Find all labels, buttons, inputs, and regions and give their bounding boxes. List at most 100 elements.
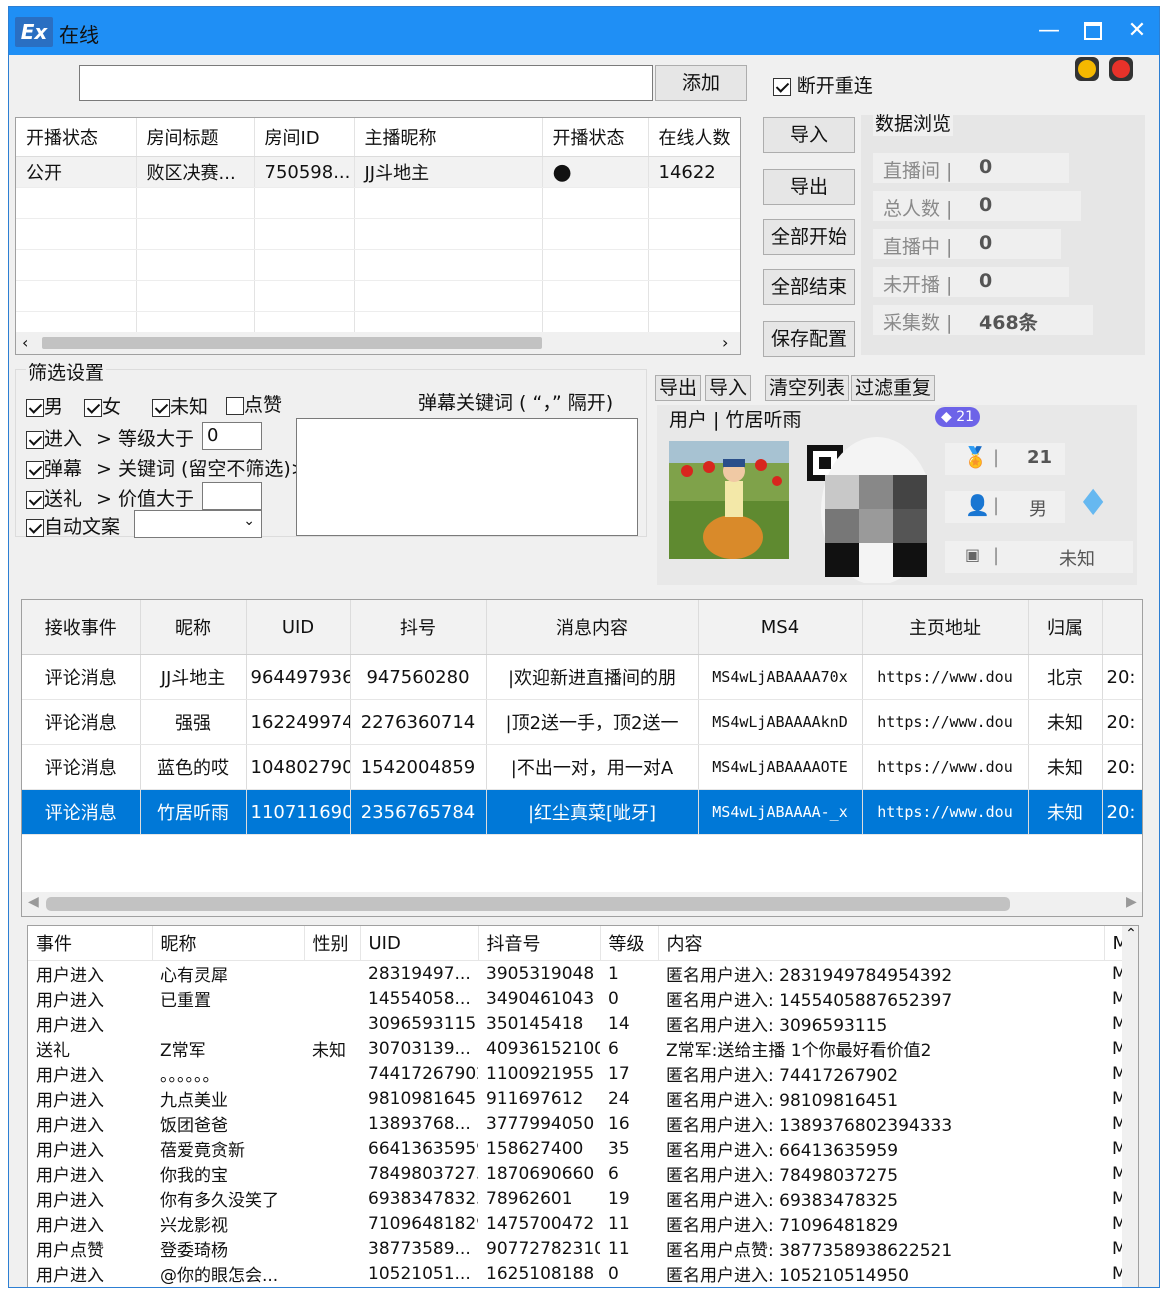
danmu-filter[interactable]: 弹幕 [26,454,82,481]
event-row[interactable]: 评论消息 JJ斗地主 964497936 947560280 |欢迎新进直播间的朋 MS4… [22,654,1142,700]
events-col-header[interactable]: 接收事件 [22,600,141,655]
like-checkbox[interactable] [226,397,244,415]
enter-checkbox[interactable] [26,431,44,449]
reconnect-checkbox[interactable] [773,78,791,96]
events-col-header[interactable]: 主页地址 [862,600,1029,655]
log-row[interactable]: 用户进入 蓓爱竟贪新 66413635959 158627400 35 匿名用户进入: 6… [28,1136,1138,1162]
log-row[interactable]: 用户进入 已重置 14554058... 3490461043 0 匿名用户进入: 145… [28,986,1138,1012]
danmu-checkbox[interactable] [26,461,44,479]
log-row[interactable]: 用户进入 饭团爸爸 13893768... 3777994050 16 匿名用户进入: 1… [28,1111,1138,1137]
log-col-header[interactable]: 昵称 [152,926,305,961]
reconnect-checkbox-row[interactable]: 断开重连 [773,71,873,98]
export-list-button[interactable]: 导出 [655,375,701,401]
log-row[interactable]: 用户进入 。。。。。。 74417267902 1100921955 17 匿名用户进入:… [28,1061,1138,1087]
value-input[interactable] [202,482,262,510]
room-row[interactable]: 公开 败区决赛... 750598... JJ斗地主 ● 14622 [16,156,740,188]
rooms-col-header[interactable]: 开播状态 [542,118,649,157]
log-row[interactable]: 用户进入 九点美业 98109816451 911697612 24 匿名用户进入: 98… [28,1086,1138,1112]
start-all-button[interactable]: 全部开始 [763,219,855,255]
events-col-header[interactable]: 抖号 [350,600,487,655]
log-v-scrollbar[interactable]: ⌃ [1122,926,1138,1287]
scroll-left-icon[interactable]: ‹ [22,333,28,352]
log-cell: 匿名用户进入: 71096481829 [666,1216,899,1236]
add-button[interactable]: 添加 [655,65,747,101]
auto-text-checkbox[interactable] [26,519,44,537]
event-row[interactable]: 评论消息 竹居听雨 110711690 2356765784 |红尘真菜[呲牙] MS4w… [22,789,1142,835]
event-row[interactable]: 评论消息 强强 162249974 2276360714 |顶2送一手，顶2送一 MS4w… [22,699,1142,745]
log-row[interactable]: 用户进入 你有多久没笑了 69383478325 78962601 19 匿名用户进入: … [28,1186,1138,1212]
auto-text-filter[interactable]: 自动文案 [26,512,120,539]
event-cell: https://www.dou [862,744,1029,790]
log-row[interactable]: 用户进入 兴龙影视 71096481829 1475700472 11 匿名用户进入: 7… [28,1211,1138,1237]
event-row[interactable]: 评论消息 蓝色的哎 104802790 1542004859 |不出一对，用一对A MS4… [22,744,1142,790]
log-col-header[interactable]: 事件 [28,926,153,961]
log-col-header[interactable]: 性别 [304,926,361,961]
user-card-title: 用户 | 竹居听雨 [669,409,802,431]
room-url-input[interactable] [79,65,653,101]
log-row[interactable]: 送礼 Z常军 未知 30703139... 40936152100 6 Z常军:送给主播 1… [28,1036,1138,1062]
unknown-filter[interactable]: 未知 [152,392,208,419]
events-col-header[interactable]: MS4 [698,600,863,655]
stop-all-button[interactable]: 全部结束 [763,269,855,305]
minimize-button[interactable]: — [1029,15,1069,47]
tiktok-icon[interactable]: ♦ [1077,483,1109,524]
log-col-header[interactable]: 抖音号 [478,926,601,961]
scroll-right-icon[interactable]: › [722,333,728,352]
rooms-scroll-thumb[interactable] [42,337,542,349]
log-col-header[interactable]: UID [360,926,479,961]
events-scroll-thumb[interactable] [46,897,1010,911]
region-sep: | [993,545,1000,566]
unknown-checkbox[interactable] [152,399,170,417]
events-col-header[interactable]: 昵称 [140,600,247,655]
log-cell: 78498037275 [368,1163,478,1184]
events-col-header[interactable]: UID [246,600,351,655]
gift-checkbox[interactable] [26,491,44,509]
male-checkbox[interactable] [26,399,44,417]
events-scroll-right-icon[interactable]: ▶ [1126,894,1137,910]
like-filter[interactable]: 点赞 [226,390,282,417]
events-col-header[interactable] [1102,600,1142,655]
log-row[interactable]: 用户进入 你我的宝 78498037275 1870690660 6 匿名用户进入: 78… [28,1161,1138,1187]
clear-list-button[interactable]: 清空列表 [765,375,849,401]
maximize-button[interactable] [1073,15,1113,47]
log-row[interactable]: 用户进入 @你的眼怎会... 10521051... 1625108188 0 匿名用户进… [28,1261,1138,1287]
female-checkbox[interactable] [84,399,102,417]
stat-value: 0 [979,194,993,216]
log-cell: 1625108188 [486,1263,595,1284]
import-button[interactable]: 导入 [763,117,855,153]
rooms-col-header[interactable]: 主播昵称 [354,118,543,157]
auto-text-select[interactable]: ⌄ [134,510,262,538]
red-dot-icon [1112,60,1130,78]
save-config-button[interactable]: 保存配置 [763,321,855,357]
rooms-col-header[interactable]: 房间标题 [136,118,255,157]
scroll-up-icon[interactable]: ⌃ [1122,926,1138,942]
log-row[interactable]: 用户点赞 登委琦杨 38773589... 90772782310 11 匿名用户点赞: … [28,1236,1138,1262]
log-col-header[interactable]: 内容 [658,926,1105,961]
log-cell: 11 [608,1238,630,1259]
gift-filter[interactable]: 送礼 [26,484,82,511]
level-input[interactable]: 0 [202,422,262,450]
log-row[interactable]: 用户进入 心有灵犀 28319497... 3905319048 1 匿名用户进入: 28… [28,961,1138,987]
log-col-header[interactable]: 等级 [600,926,659,961]
event-cell: https://www.dou [862,654,1029,700]
log-row[interactable]: 用户进入 3096593115 350145418 14 匿名用户进入: 3096593… [28,1011,1138,1037]
enter-filter[interactable]: 进入 [26,424,82,451]
import-list-button[interactable]: 导入 [705,375,751,401]
dedupe-button[interactable]: 过滤重复 [851,375,935,401]
export-button[interactable]: 导出 [763,169,855,205]
app-logo: Ex [15,17,53,47]
log-cell: 69383478325 [368,1188,478,1209]
filter-panel: 筛选设置 男 女 未知 点赞 进入 > 等级大于 0 弹幕 > 关键词 (留空不… [15,358,647,539]
rooms-col-header[interactable]: 在线人数 [648,118,740,157]
rooms-col-header[interactable]: 开播状态 [16,118,137,157]
rooms-h-scrollbar[interactable]: ‹ › [16,332,740,354]
events-col-header[interactable]: 消息内容 [486,600,699,655]
events-scroll-left-icon[interactable]: ◀ [28,894,39,910]
events-col-header[interactable]: 归属 [1028,600,1103,655]
rooms-col-header[interactable]: 房间ID [254,118,355,157]
events-h-scrollbar[interactable]: ◀ ▶ [22,892,1142,916]
keyword-textarea[interactable] [296,418,638,536]
female-filter[interactable]: 女 [84,392,121,419]
close-button[interactable]: ✕ [1117,15,1157,47]
male-filter[interactable]: 男 [26,392,63,419]
